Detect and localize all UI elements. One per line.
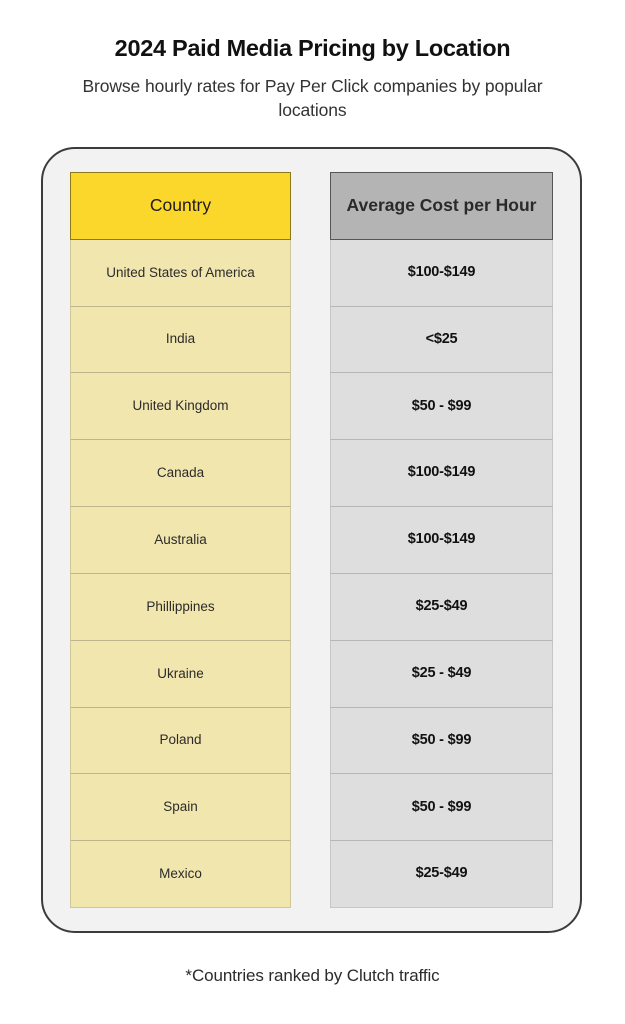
table-cell-country: Australia [70, 507, 291, 574]
column-average-cost: Average Cost per Hour $100-$149 <$25 $50… [330, 172, 553, 908]
column-country: Country United States of America India U… [70, 172, 291, 908]
table-cell-country: India [70, 306, 291, 374]
column-header-average-cost: Average Cost per Hour [330, 172, 553, 240]
table-cell-country: Phillippines [70, 573, 291, 641]
table-cell-cost: $25-$49 [330, 573, 553, 641]
pricing-table: Country United States of America India U… [70, 172, 553, 908]
page-title: 2024 Paid Media Pricing by Location [114, 35, 511, 61]
table-cell-country: Ukraine [70, 640, 291, 708]
table-cell-cost: $100-$149 [330, 440, 553, 508]
table-cell-cost: $50 - $99 [330, 774, 553, 842]
table-cell-country: Mexico [70, 841, 291, 908]
table-cell-cost: $100-$149 [330, 507, 553, 574]
footnote: *Countries ranked by Clutch traffic [185, 966, 440, 985]
pricing-card: Country United States of America India U… [41, 147, 582, 933]
column-header-country: Country [70, 172, 291, 240]
header-block: 2024 Paid Media Pricing by Location Brow… [0, 0, 625, 123]
table-cell-country: Canada [70, 440, 291, 508]
table-cell-country: United States of America [70, 239, 291, 307]
table-cell-country: United Kingdom [70, 373, 291, 441]
table-cell-cost: <$25 [330, 306, 553, 374]
page-subtitle: Browse hourly rates for Pay Per Click co… [82, 76, 543, 120]
table-cell-cost: $25-$49 [330, 841, 553, 908]
table-cell-cost: $25 - $49 [330, 640, 553, 708]
table-cell-country: Spain [70, 774, 291, 842]
table-cell-country: Poland [70, 707, 291, 775]
table-cell-cost: $100-$149 [330, 239, 553, 307]
pricing-infographic: 2024 Paid Media Pricing by Location Brow… [0, 0, 625, 1024]
table-cell-cost: $50 - $99 [330, 373, 553, 441]
table-cell-cost: $50 - $99 [330, 707, 553, 775]
